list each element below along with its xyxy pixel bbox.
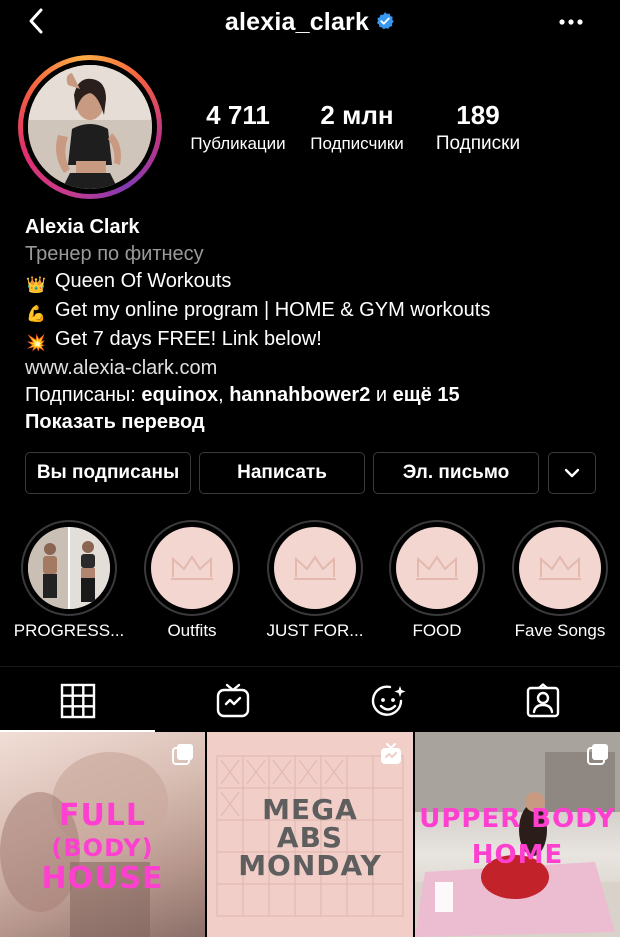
post-thumbnail[interactable]: MEGA ABS MONDAY xyxy=(207,732,413,937)
message-button[interactable]: Написать xyxy=(199,452,365,494)
posts-stat[interactable]: 4 711 Публикации xyxy=(182,100,294,158)
post-title-line: HOUSE xyxy=(41,861,164,896)
story-highlight[interactable]: JUST FOR... xyxy=(267,520,363,640)
crown-logo-icon xyxy=(171,555,213,580)
followed-by-more: ещё 15 xyxy=(392,384,460,406)
posts-count: 4 711 xyxy=(206,100,270,130)
tab-posts-grid[interactable] xyxy=(0,667,155,733)
highlight-ring xyxy=(144,520,240,616)
post-thumbnail[interactable]: FULL (BODY) HOUSE xyxy=(0,732,205,937)
username: alexia_clark xyxy=(224,8,370,36)
posts-grid: FULL (BODY) HOUSE MEGA ABS MONDAY UPPER … xyxy=(0,732,620,937)
story-highlight[interactable]: Outfits xyxy=(144,520,240,640)
highlight-cover xyxy=(274,527,356,609)
email-button[interactable]: Эл. письмо xyxy=(373,452,539,494)
profile-username-header: alexia_clark xyxy=(0,8,620,37)
highlight-ring xyxy=(21,520,117,616)
posts-label: Публикации xyxy=(190,134,286,153)
verified-badge-icon xyxy=(377,12,394,30)
igtv-icon xyxy=(216,683,250,718)
post-thumbnail[interactable]: UPPER BODY HOME xyxy=(415,732,620,937)
crown-logo-icon xyxy=(539,555,581,580)
following-button[interactable]: Вы подписаны xyxy=(25,452,191,494)
tab-effects[interactable] xyxy=(310,667,465,733)
tab-igtv[interactable] xyxy=(155,667,310,733)
bio-line: 👑 Queen Of Workouts xyxy=(25,268,605,297)
story-highlight[interactable]: PROGRESS... xyxy=(14,520,124,640)
following-label: Подписки xyxy=(435,133,521,154)
avatar-border xyxy=(23,60,157,194)
crown-logo-icon xyxy=(294,555,336,580)
followed-by-separator: , xyxy=(218,384,224,406)
bio-line-text: Queen Of Workouts xyxy=(55,270,232,292)
followers-stat[interactable]: 2 млн Подписчики xyxy=(300,100,414,158)
followers-label: Подписчики xyxy=(310,134,404,153)
followed-by-user: equinox xyxy=(141,384,219,406)
flexed-bicep-icon: 💪 xyxy=(26,306,46,323)
followed-by-prefix: Подписаны: xyxy=(25,384,136,406)
chevron-down-icon xyxy=(564,468,580,478)
bio-line: 💪 Get my online program | HOME & GYM work… xyxy=(25,297,605,326)
show-translation-link[interactable]: Показать перевод xyxy=(25,409,605,436)
post-title-line: MONDAY xyxy=(238,849,382,882)
post-title-line: (BODY) xyxy=(51,834,154,862)
story-ring[interactable] xyxy=(18,55,162,199)
followed-by-and: и xyxy=(375,384,388,406)
display-name: Alexia Clark xyxy=(25,216,140,238)
avatar[interactable] xyxy=(28,65,152,189)
following-stat[interactable]: 189 Подписки xyxy=(424,100,532,158)
bio-line: 💥 Get 7 days FREE! Link below! xyxy=(25,326,605,355)
tagged-icon xyxy=(526,683,560,718)
highlight-cover xyxy=(28,527,110,609)
story-highlight[interactable]: Fave Songs xyxy=(512,520,608,640)
bio-line-text: Get 7 days FREE! Link below! xyxy=(55,328,322,350)
followers-count: 2 млн xyxy=(320,100,394,130)
carousel-icon xyxy=(172,744,193,765)
tab-tagged[interactable] xyxy=(465,667,620,733)
website-link[interactable]: www.alexia-clark.com xyxy=(25,355,605,382)
highlight-cover xyxy=(396,527,478,609)
crown-icon: 👑 xyxy=(26,277,46,294)
followed-by[interactable]: Подписаны: equinox, hannahbower2 и ещё 1… xyxy=(25,382,605,409)
story-highlight[interactable]: FOOD xyxy=(389,520,485,640)
category-label: Тренер по фитнесу xyxy=(25,243,204,265)
profile-tabs xyxy=(0,666,620,732)
highlight-ring xyxy=(267,520,363,616)
grid-icon xyxy=(60,683,96,719)
more-options-icon[interactable] xyxy=(558,14,584,30)
following-count: 189 xyxy=(456,100,500,130)
profile-bio: Alexia Clark Тренер по фитнесу 👑 Queen Of… xyxy=(25,214,605,436)
crown-logo-icon xyxy=(416,555,458,580)
progress-photo-illustration xyxy=(28,527,110,609)
highlight-ring xyxy=(512,520,608,616)
suggested-accounts-button[interactable] xyxy=(548,452,596,494)
post-title-line: HOME xyxy=(471,840,564,870)
avatar-photo-illustration xyxy=(28,65,152,189)
highlight-cover xyxy=(151,527,233,609)
effects-icon xyxy=(371,685,406,716)
carousel-icon xyxy=(587,744,608,765)
collision-icon: 💥 xyxy=(26,335,46,352)
post-title-line: UPPER BODY xyxy=(419,804,616,834)
highlight-cover xyxy=(519,527,601,609)
post-title-line: FULL xyxy=(58,798,147,833)
highlight-label: Fave Songs xyxy=(514,621,606,640)
bio-line-text: Get my online program | HOME & GYM worko… xyxy=(55,299,491,321)
highlight-ring xyxy=(389,520,485,616)
igtv-video-icon xyxy=(381,743,401,764)
top-bar: alexia_clark xyxy=(0,0,620,48)
followed-by-user: hannahbower2 xyxy=(229,384,371,406)
